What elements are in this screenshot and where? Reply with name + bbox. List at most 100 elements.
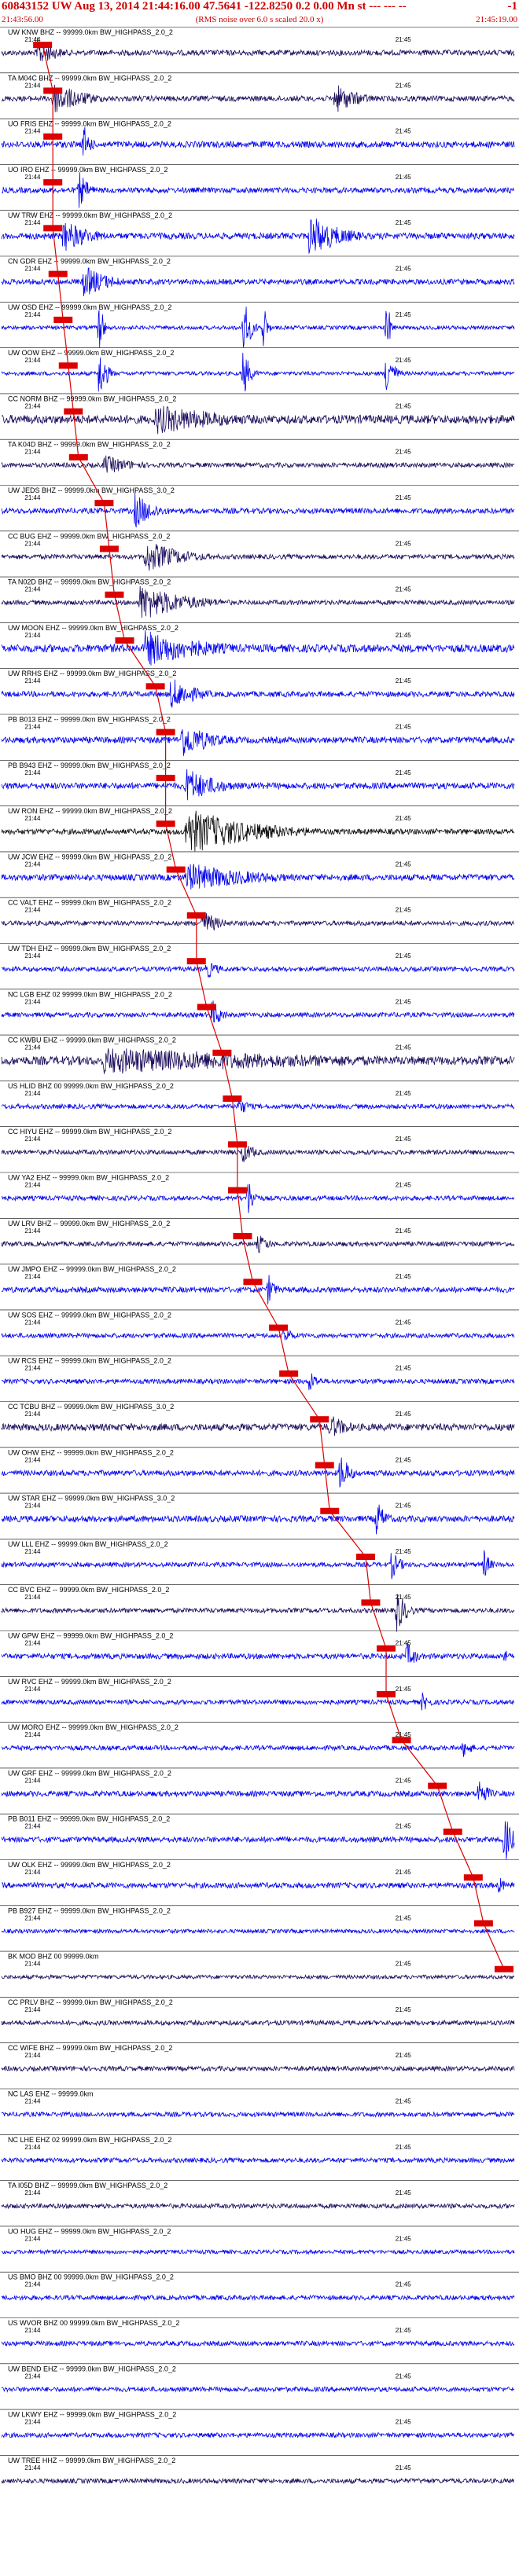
trace-waveform [1,1098,515,1113]
minute-label: 21:44 [24,449,41,456]
trace-label: UW OHW EHZ -- 99999.0km BW_HIGHPASS_2.0_… [8,1448,174,1456]
trace-waveform [1,1973,515,1980]
minute-label: 21:44 [24,861,41,868]
minute-label: 21:45 [396,36,412,43]
minute-label: 21:45 [396,677,412,684]
trace-label: CC BVC EHZ -- 99999.0km BW_HIGHPASS_2.0_… [8,1586,169,1594]
trace-waveform [1,2431,515,2439]
header-right-mark: -1 [507,0,518,13]
trace-waveform [1,2202,515,2210]
minute-label: 21:45 [396,1227,412,1235]
minute-label: 21:45 [396,1090,412,1097]
minute-label: 21:45 [396,1503,412,1510]
trace-waveform [1,1550,515,1580]
minute-label: 21:44 [24,1090,41,1097]
minute-label: 21:44 [24,1503,41,1510]
minute-label: 21:44 [24,1411,41,1418]
minute-label: 21:44 [24,2144,41,2151]
trace-waveform [1,544,515,571]
trace-waveform [1,1048,515,1074]
trace-label: UW OOW EHZ -- 99999.0km BW_HIGHPASS_2.0_… [8,349,174,357]
trace-label: PB B013 EHZ -- 99999.0km BW_HIGHPASS_2.0… [8,716,171,724]
minute-label: 21:45 [396,907,412,914]
trace-label: NC LAS EHZ -- 99999.0km [8,2090,94,2098]
trace-label: UW JMPO EHZ -- 99999.0km BW_HIGHPASS_2.0… [8,1265,176,1273]
trace-label: CC HIYU EHZ -- 99999.0km BW_HIGHPASS_2.0… [8,1128,171,1136]
trace-label: CC BUG EHZ -- 99999.0km BW_HIGHPASS_2.0_… [8,532,170,540]
minute-label: 21:45 [396,1914,412,1921]
minute-label: 21:45 [396,494,412,501]
trace-label: US WVOR BHZ 00 99999.0km BW_HIGHPASS_2.0… [8,2319,179,2327]
minute-label: 21:44 [24,1182,41,1189]
trace-label: CC NORM BHZ -- 99999.0km BW_HIGHPASS_2.0… [8,394,176,402]
minute-label: 21:45 [396,2464,412,2471]
event-title: 60843152 UW Aug 13, 2014 21:44:16.00 47.… [2,0,407,13]
trace-label: UO FRIS EHZ -- 99999.0km BW_HIGHPASS_2.0… [8,120,171,128]
trace-label: CC TCBU BHZ -- 99999.0km BW_HIGHPASS_3.0… [8,1403,174,1411]
minute-label: 21:44 [24,998,41,1005]
trace-waveform [1,127,515,156]
trace-label: UW RON EHZ -- 99999.0km BW_HIGHPASS_2.0_… [8,807,172,815]
end-time-label: 21:45:19.00 [476,15,517,24]
trace-waveform [1,2019,515,2027]
minute-label: 21:45 [396,266,412,273]
minute-label: 21:44 [24,2372,41,2380]
trace-label: PB B943 EHZ -- 99999.0km BW_HIGHPASS_2.0… [8,761,171,769]
minute-label: 21:44 [24,219,41,226]
minute-label: 21:44 [24,952,41,960]
trace-waveform [1,2294,515,2302]
trace-label: BK MOD BHZ 00 99999.0km [8,1953,99,1961]
trace-label: TA K04D BHZ -- 99999.0km BW_HIGHPASS_2.0… [8,441,171,449]
trace-waveform [1,810,515,852]
trace-waveform [2,1373,515,1390]
minute-label: 21:44 [24,1044,41,1051]
minute-label: 21:44 [24,1594,41,1601]
trace-waveform [1,1235,515,1253]
minute-label: 21:45 [396,1319,412,1326]
trace-label: UO HUG EHZ -- 99999.0km BW_HIGHPASS_2.0_… [8,2227,171,2235]
trace-waveform [1,585,515,618]
minute-label: 21:45 [396,1136,412,1143]
minute-label: 21:45 [396,357,412,364]
minute-label: 21:45 [396,174,412,181]
trace-label: UW RVC EHZ -- 99999.0km BW_HIGHPASS_2.0_… [8,1678,171,1686]
minute-label: 21:45 [396,1182,412,1189]
minute-label: 21:45 [396,2235,412,2242]
trace-waveform [1,492,515,528]
trace-waveform [1,629,515,666]
minute-label: 21:45 [396,2006,412,2013]
trace-waveform [1,2248,515,2255]
trace-label: UW MOON EHZ -- 99999.0km BW_HIGHPASS_2.0… [8,624,179,632]
trace-label: CC VALT EHZ -- 99999.0km BW_HIGHPASS_2.0… [8,899,171,907]
trace-label: UW GPW EHZ -- 99999.0km BW_HIGHPASS_2.0_… [8,1632,173,1640]
trace-label: US HLID BHZ 00 99999.0km BW_HIGHPASS_2.0… [8,1082,174,1090]
trace-label: US BMO BHZ 00 99999.0km BW_HIGHPASS_2.0_… [8,2273,174,2281]
trace-waveform [1,1143,515,1162]
minute-label: 21:44 [24,82,41,89]
minute-label: 21:45 [396,219,412,226]
trace-waveform [1,2156,515,2164]
plot-header: 60843152 UW Aug 13, 2014 21:44:16.00 47.… [0,0,519,28]
minute-label: 21:45 [396,1044,412,1051]
trace-label: UW LLL EHZ -- 99999.0km BW_HIGHPASS_2.0_… [8,1540,168,1548]
minute-label: 21:44 [24,632,41,639]
minute-label: 21:45 [396,998,412,1005]
minute-label: 21:44 [24,586,41,593]
minute-label: 21:45 [396,1777,412,1784]
trace-label: PB B927 EHZ -- 99999.0km BW_HIGHPASS_2.0… [8,1906,171,1914]
minute-label: 21:44 [24,357,41,364]
minute-label: 21:44 [24,1227,41,1235]
trace-waveform [1,2065,515,2072]
minute-label: 21:45 [396,128,412,135]
minute-label: 21:44 [24,815,41,822]
trace-waveform [1,1594,515,1632]
minute-label: 21:44 [24,2052,41,2059]
minute-label: 21:45 [396,586,412,593]
minute-label: 21:45 [396,952,412,960]
trace-waveform [1,963,515,978]
trace-label: CN GDR EHZ -- 99999.0km BW_HIGHPASS_2.0_… [8,258,171,266]
minute-label: 21:45 [396,311,412,318]
minute-label: 21:44 [24,2006,41,2013]
seismogram-plot: UW KNW BHZ -- 99999.0km BW_HIGHPASS_2.0_… [0,27,519,2485]
trace-label: UW RCS EHZ -- 99999.0km BW_HIGHPASS_2.0_… [8,1357,171,1365]
